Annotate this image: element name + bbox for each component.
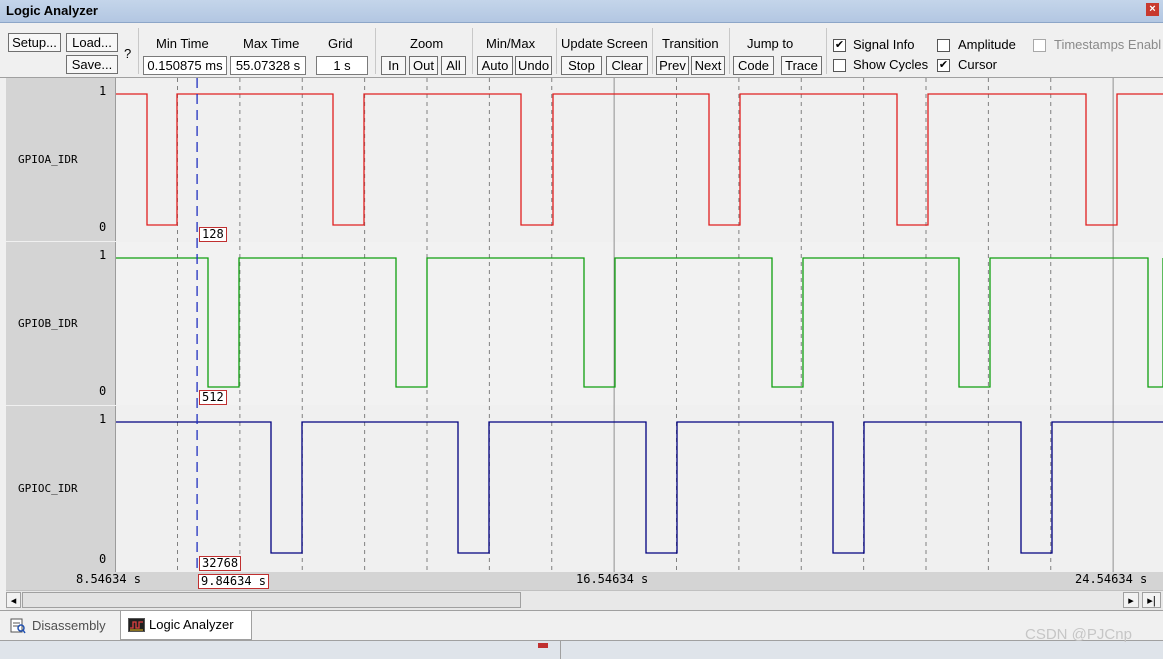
toolbar-divider <box>472 28 473 74</box>
max-time-value: 55.07328 s <box>230 56 306 75</box>
time-mid-label: 16.54634 s <box>576 572 649 586</box>
toolbar-divider <box>375 28 376 74</box>
tab-label: Disassembly <box>32 618 106 633</box>
signal-name: GPIOB_IDR <box>18 317 78 330</box>
low-level-label: 0 <box>99 384 107 398</box>
next-transition-button[interactable]: Next <box>691 56 725 75</box>
toolbar-divider <box>826 28 827 74</box>
time-axis: 8.54634 s 16.54634 s 24.54634 s 9.84634 … <box>6 572 1163 590</box>
tab-label: Logic Analyzer <box>149 617 234 632</box>
zoom-all-button[interactable]: All <box>441 56 466 75</box>
load-button[interactable]: Load... <box>66 33 118 52</box>
signal-waveform-gpioa-idr <box>116 93 1163 226</box>
max-time-label: Max Time <box>243 36 300 51</box>
high-level-label: 1 <box>99 84 107 98</box>
scroll-left-arrow-icon[interactable]: ◂ <box>6 592 21 608</box>
jump-trace-button[interactable]: Trace <box>781 56 822 75</box>
low-level-label: 0 <box>99 220 107 234</box>
update-screen-label: Update Screen <box>561 36 648 51</box>
signal-name-panel: GPIOB_IDR 1 0 <box>6 242 116 405</box>
signal-waveform-gpioc-idr <box>116 421 1163 554</box>
min-time-label: Min Time <box>156 36 209 51</box>
setup-button[interactable]: Setup... <box>8 33 61 52</box>
bottom-panel-strip <box>0 640 1163 659</box>
show-cycles-checkbox[interactable] <box>833 59 846 72</box>
amplitude-label: Amplitude <box>958 37 1016 52</box>
panel-divider <box>560 641 561 659</box>
signal-row-background <box>116 242 1163 405</box>
timestamps-checkbox[interactable] <box>1033 39 1046 52</box>
signal-info-checkbox[interactable]: ✔ <box>833 39 846 52</box>
signal-name-panel: GPIOC_IDR 1 0 <box>6 406 116 572</box>
zoom-in-button[interactable]: In <box>381 56 406 75</box>
minmax-auto-button[interactable]: Auto <box>477 56 513 75</box>
window-title: Logic Analyzer <box>6 3 98 18</box>
high-level-label: 1 <box>99 412 107 426</box>
signal-name: GPIOA_IDR <box>18 153 78 166</box>
cursor-value-box: 512 <box>199 390 227 405</box>
tab-disassembly[interactable]: Disassembly <box>6 612 118 639</box>
cursor-value-box: 128 <box>199 227 227 242</box>
jump-code-button[interactable]: Code <box>733 56 774 75</box>
toolbar: Setup... Load... Save... ? Min Time 0.15… <box>0 23 1163 78</box>
show-cycles-label: Show Cycles <box>853 57 929 72</box>
grid-value: 1 s <box>316 56 368 75</box>
toolbar-divider <box>729 28 730 74</box>
cursor-time-label: 9.84634 s <box>198 574 270 589</box>
close-icon[interactable]: × <box>1146 3 1159 16</box>
scroll-right-arrow-icon[interactable]: ▸ <box>1123 592 1139 608</box>
disassembly-icon <box>10 618 26 634</box>
waveform-area[interactable]: GPIOA_IDR 1 0 GPIOB_IDR 1 0 GPIOC_IDR 1 … <box>0 78 1163 572</box>
minmax-undo-button[interactable]: Undo <box>515 56 552 75</box>
logic-analyzer-icon <box>128 618 145 632</box>
clear-button[interactable]: Clear <box>606 56 648 75</box>
transition-label: Transition <box>662 36 719 51</box>
grid-label: Grid <box>328 36 353 51</box>
save-button[interactable]: Save... <box>66 55 118 74</box>
tab-bar: Disassembly Logic Analyzer <box>0 610 1163 641</box>
high-level-label: 1 <box>99 248 107 262</box>
stop-button[interactable]: Stop <box>561 56 602 75</box>
scroll-thumb[interactable] <box>22 592 521 608</box>
scroll-to-end-icon[interactable]: ▸| <box>1142 592 1161 608</box>
cursor-label: Cursor <box>958 57 998 72</box>
signal-name-panel: GPIOA_IDR 1 0 <box>6 78 116 241</box>
panel-close-icon[interactable] <box>538 643 548 648</box>
timestamps-label: Timestamps Enabl <box>1054 37 1162 52</box>
cursor-checkbox[interactable]: ✔ <box>937 59 950 72</box>
waveform-canvas[interactable] <box>116 78 1163 572</box>
zoom-out-button[interactable]: Out <box>409 56 438 75</box>
toolbar-divider <box>652 28 653 74</box>
prev-transition-button[interactable]: Prev <box>656 56 689 75</box>
signal-name: GPIOC_IDR <box>18 482 78 495</box>
amplitude-checkbox[interactable] <box>937 39 950 52</box>
toolbar-divider <box>138 28 139 74</box>
cursor-value-box: 32768 <box>199 556 242 571</box>
horizontal-scrollbar[interactable]: ◂ ▸ ▸| <box>6 590 1163 610</box>
zoom-label: Zoom <box>410 36 444 51</box>
jump-to-label: Jump to <box>747 36 794 51</box>
help-button[interactable]: ? <box>124 46 131 61</box>
min-time-value: 0.150875 ms <box>143 56 227 75</box>
low-level-label: 0 <box>99 552 107 566</box>
minmax-label: Min/Max <box>486 36 536 51</box>
time-start-label: 8.54634 s <box>76 572 142 586</box>
time-end-label: 24.54634 s <box>1075 572 1148 586</box>
watermark: CSDN @PJCnp <box>1025 626 1132 643</box>
tab-logic-analyzer[interactable]: Logic Analyzer <box>120 611 252 640</box>
signal-info-label: Signal Info <box>853 37 915 52</box>
toolbar-divider <box>556 28 557 74</box>
window-titlebar: Logic Analyzer × <box>0 0 1163 23</box>
